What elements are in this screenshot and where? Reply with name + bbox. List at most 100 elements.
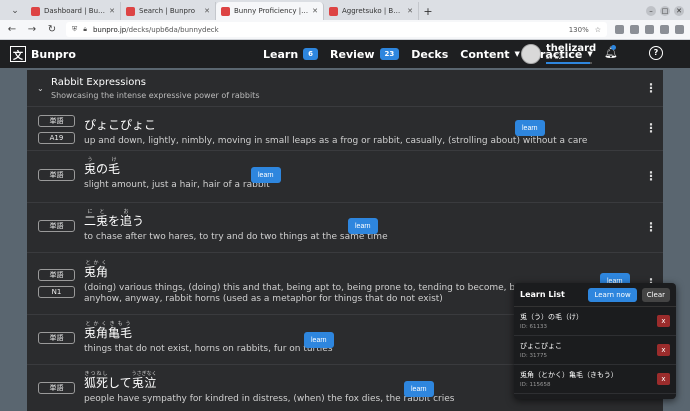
user-level: Lv 52 <box>546 54 563 61</box>
learn-list-item: ぴょこぴょこ ID: 31775 x <box>514 336 676 365</box>
tab-title: Dashboard | Bunpro <box>44 7 105 15</box>
learn-button[interactable]: learn <box>515 120 545 136</box>
avatar <box>521 43 541 64</box>
nav-content[interactable]: Content ▼ <box>460 48 520 61</box>
remove-item-button[interactable]: x <box>657 344 670 356</box>
list-item: 単語 兎うの毛け slight amount, just a hair, hai… <box>27 151 663 203</box>
vocab-term[interactable]: 兎角亀毛とかくきもう <box>84 321 333 341</box>
nav-decks-label: Decks <box>411 47 449 61</box>
furigana-reading: とかく <box>84 260 109 266</box>
shield-icon: ⛨ <box>72 25 78 33</box>
user-menu[interactable]: thelizard Lv 52 <box>521 43 596 64</box>
vocab-term[interactable]: 兎うの毛け <box>84 157 270 177</box>
browser-tab-bar: ⌄ Dashboard | Bunpro ✕ Search | Bunpro ✕… <box>0 0 690 20</box>
url-text: bunpro.jp/decks/upb6da/bunnydeck <box>92 25 219 34</box>
reload-icon[interactable]: ↻ <box>46 24 58 35</box>
pocket-icon[interactable] <box>615 25 624 34</box>
kebab-menu-icon[interactable]: ⋮ <box>645 82 657 94</box>
bookmark-star-icon[interactable]: ☆ <box>595 26 601 34</box>
nav-review-label: Review <box>330 47 375 61</box>
extension-toolbar <box>615 25 684 34</box>
close-window-icon[interactable]: ✕ <box>674 6 684 16</box>
deck-subtitle: Showcasing the intense expressive power … <box>51 90 260 100</box>
deck-title: Rabbit Expressions <box>51 76 146 88</box>
kebab-menu-icon[interactable]: ⋮ <box>645 221 657 233</box>
vocab-term[interactable]: 兎角とかく <box>84 260 604 280</box>
nav-decks[interactable]: Decks <box>411 48 448 61</box>
learn-button[interactable]: learn <box>348 218 378 234</box>
vocab-term[interactable]: ぴょこぴょこ <box>84 116 587 133</box>
term-kanji-segment: 毛け <box>108 157 121 176</box>
forward-arrow-icon[interactable]: → <box>26 24 38 35</box>
furigana-reading: にと <box>84 209 109 215</box>
close-tab-icon[interactable]: ✕ <box>204 7 210 15</box>
kebab-menu-icon[interactable]: ⋮ <box>645 122 657 134</box>
furigana-reading: きつねし <box>84 371 109 377</box>
term-kanji-segment: 二兎にと <box>84 209 109 228</box>
nav-content-label: Content <box>460 47 510 61</box>
close-tab-icon[interactable]: ✕ <box>312 7 318 15</box>
bunpro-logo-icon: 文 <box>10 46 26 62</box>
kebab-menu-icon[interactable]: ⋮ <box>645 170 657 182</box>
learn-list-id: ID: 115658 <box>520 382 551 388</box>
bunpro-favicon-icon <box>221 6 230 16</box>
review-count-badge: 23 <box>379 48 400 60</box>
zoom-level[interactable]: 130% <box>569 26 589 34</box>
close-tab-icon[interactable]: ✕ <box>407 7 413 15</box>
learn-count-badge: 6 <box>303 48 319 60</box>
remove-item-button[interactable]: x <box>657 373 670 385</box>
type-tag: 単語 <box>38 332 75 344</box>
help-icon[interactable]: ? <box>649 46 663 60</box>
bunpro-logo[interactable]: 文 Bunpro <box>10 46 76 62</box>
learn-list-panel: Learn List Learn now Clear 兎（う）の毛（け） ID:… <box>514 283 676 399</box>
download-icon[interactable] <box>630 25 639 34</box>
furigana-reading: お <box>120 209 133 215</box>
tab-list-icon[interactable]: ⌄ <box>4 2 26 20</box>
term-kanji-segment: 兎泣うさぎなく <box>131 371 157 390</box>
close-tab-icon[interactable]: ✕ <box>109 7 115 15</box>
learn-list-title: Learn List <box>520 290 565 299</box>
nav-review[interactable]: Review 23 <box>330 47 400 61</box>
vocab-term[interactable]: 狐死きつねし して 兎泣うさぎなく <box>84 371 454 391</box>
vocab-term[interactable]: 二兎にとを追おう <box>84 209 388 229</box>
type-tag: 単語 <box>38 115 75 127</box>
browser-tab-active[interactable]: Bunny Proficiency | Bunp ✕ <box>216 2 324 20</box>
account-icon[interactable] <box>660 25 669 34</box>
level-tag: A19 <box>38 132 75 144</box>
learn-button[interactable]: learn <box>304 332 334 348</box>
minimize-icon[interactable]: – <box>646 6 656 16</box>
nav-learn-label: Learn <box>263 47 299 61</box>
browser-tab[interactable]: Aggretsuko | Bunpro ✕ <box>324 2 419 20</box>
clear-button[interactable]: Clear <box>641 287 670 302</box>
remove-item-button[interactable]: x <box>657 315 670 327</box>
type-tag: 単語 <box>38 269 75 281</box>
tab-title: Aggretsuko | Bunpro <box>342 7 403 15</box>
chevron-down-icon: ▼ <box>514 50 520 58</box>
term-kana-segment: の <box>96 162 109 176</box>
new-tab-icon[interactable]: + <box>419 2 437 20</box>
vocab-meaning: people have sympathy for kindred in dist… <box>84 394 455 404</box>
learn-button[interactable]: learn <box>251 167 281 183</box>
tab-title: Bunny Proficiency | Bunp <box>234 7 309 15</box>
back-arrow-icon[interactable]: ← <box>6 24 18 35</box>
menu-icon[interactable] <box>675 25 684 34</box>
term-kana-segment: を <box>108 214 121 228</box>
maximize-icon[interactable]: □ <box>660 6 670 16</box>
logo-text: Bunpro <box>31 47 76 61</box>
browser-tab[interactable]: Dashboard | Bunpro ✕ <box>26 2 121 20</box>
term-kanji-segment: 追お <box>120 209 133 228</box>
learn-now-button[interactable]: Learn now <box>588 287 637 302</box>
learn-list-item: 兎（う）の毛（け） ID: 61133 x <box>514 307 676 336</box>
browser-tab[interactable]: Search | Bunpro ✕ <box>121 2 216 20</box>
list-item: 単語 A19 ぴょこぴょこ up and down, lightly, nimb… <box>27 107 663 151</box>
nav-learn[interactable]: Learn 6 <box>263 47 319 61</box>
deck-section-header[interactable]: ⌄ Rabbit Expressions Showcasing the inte… <box>27 70 663 107</box>
learn-button[interactable]: learn <box>404 381 434 397</box>
notification-dot <box>611 45 616 50</box>
term-kana-segment: う <box>132 214 145 228</box>
extension-icon[interactable] <box>645 25 654 34</box>
list-item: 単語 二兎にとを追おう to chase after two hares, to… <box>27 203 663 253</box>
learn-list-id: ID: 61133 <box>520 324 547 330</box>
chevron-down-icon[interactable]: ⌄ <box>37 84 51 93</box>
address-bar[interactable]: ⛨ 🔒︎ bunpro.jp/decks/upb6da/bunnydeck 13… <box>66 22 607 37</box>
